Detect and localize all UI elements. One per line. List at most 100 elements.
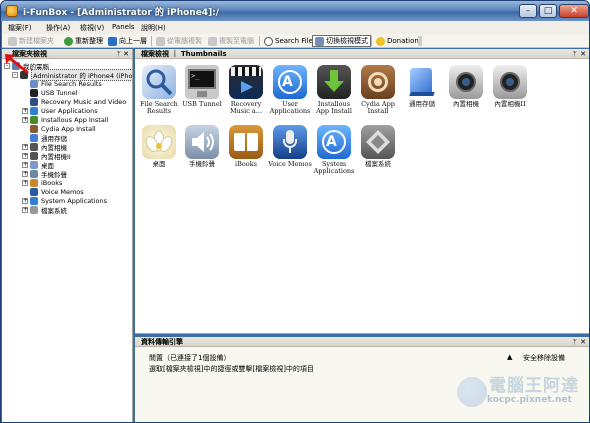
thumb-ringtones[interactable]: 手機鈴聲	[180, 125, 224, 168]
expand-icon[interactable]: +	[22, 143, 28, 150]
camera-icon	[30, 142, 38, 151]
search-icon	[264, 36, 273, 46]
thumb-file-system[interactable]: 檔案系統	[356, 125, 400, 168]
search-files-button[interactable]: Search Files	[262, 35, 319, 47]
watermark-text: 電腦王阿達	[489, 376, 579, 396]
donation-button[interactable]: Donation	[374, 35, 421, 47]
pin-icon[interactable]: ᛘ	[573, 337, 577, 347]
filesystem-icon	[361, 125, 395, 159]
menu-view[interactable]: 檢視(V)	[80, 23, 104, 33]
status-idle-text: 閒置（已連接了1個設備）	[149, 354, 231, 362]
tree-item-usb-tunnel[interactable]: USB Tunnel	[30, 88, 78, 97]
close-panel-icon[interactable]: ✕	[580, 49, 586, 59]
tree-item-voice-memos[interactable]: Voice Memos	[30, 187, 84, 196]
tree-item-label: USB Tunnel	[41, 88, 78, 97]
voice-memos-icon	[30, 187, 38, 196]
close-panel-icon[interactable]: ✕	[580, 337, 586, 347]
folder-tree: - 我的電腦 - Administrator 的 iPhone4 (iPhone…	[2, 59, 132, 421]
up-level-button[interactable]: 向上一層	[106, 35, 149, 47]
thumb-voice-memos[interactable]: Voice Memos	[268, 125, 312, 168]
tree-item-installous[interactable]: + Installous App Install	[22, 115, 108, 124]
thumb-file-search-results[interactable]: File Search Results	[137, 65, 181, 115]
safe-remove-button[interactable]: 安全移除設備	[523, 353, 565, 363]
tree-item-recovery[interactable]: Recovery Music and Video	[30, 97, 126, 106]
copy-from-pc-button[interactable]: 從電腦複製	[154, 35, 204, 47]
refresh-button[interactable]: 重新整理	[62, 35, 105, 47]
thumb-camera[interactable]: 內置相機	[444, 65, 488, 108]
expand-icon[interactable]: +	[22, 152, 28, 159]
tree-item-ringtones[interactable]: + 手機鈴聲	[22, 169, 67, 179]
thumb-label: System Applications	[313, 160, 355, 175]
menu-panels[interactable]: Panels	[112, 23, 135, 31]
thumb-usb-tunnel[interactable]: >_ USB Tunnel	[180, 65, 224, 108]
tree-item-user-applications[interactable]: + User Applications	[22, 106, 98, 115]
tree-item-label: 手機鈴聲	[41, 170, 67, 179]
recovery-icon	[229, 65, 263, 99]
thumb-label: Installous App Install	[316, 100, 352, 115]
thumb-label: Cydia App Install	[361, 100, 395, 115]
thumb-cydia[interactable]: Cydia App Install	[356, 65, 400, 115]
thumb-system-applications[interactable]: A System Applications	[312, 125, 356, 175]
expand-icon[interactable]: +	[22, 197, 28, 204]
tree-item-file-search-results[interactable]: File Search Results	[30, 79, 102, 88]
app-store-icon: A	[317, 125, 351, 159]
up-level-label: 向上一層	[119, 37, 147, 45]
transfer-engine-panel: 資料傳輸引擎 ᛘ ✕ 閒置（已連接了1個設備） 選取[檔案夾檢視]中的捷徑或雙擊…	[135, 337, 589, 422]
eject-icon[interactable]: ▲	[507, 353, 512, 361]
pin-icon[interactable]: ᛘ	[573, 49, 577, 59]
tree-item-ibooks[interactable]: + iBooks	[22, 178, 62, 187]
thumb-desktop[interactable]: 桌面	[137, 125, 181, 168]
thumb-label: User Applications	[269, 100, 311, 115]
thumb-recovery-music[interactable]: Recovery Music a...	[224, 65, 268, 115]
status-hint-text: 選取[檔案夾檢視]中的捷徑或雙擊[檔案檢視]中的項目	[149, 365, 314, 373]
tree-item-label: 檔案系統	[41, 206, 67, 215]
camera-icon	[493, 65, 527, 99]
expand-icon[interactable]: +	[22, 116, 28, 123]
window-title: i-FunBox - [Administrator 的 iPhone4]:/	[23, 8, 220, 18]
recovery-icon	[30, 97, 38, 106]
copy-from-pc-label: 從電腦複製	[167, 37, 202, 45]
filesystem-icon	[30, 205, 38, 214]
thumb-camera-ii[interactable]: 內置相機II	[488, 65, 532, 108]
thumb-general-storage[interactable]: 通用存儲	[400, 65, 444, 108]
app-store-icon	[30, 196, 38, 205]
new-folder-label: 新建檔案夾	[19, 37, 54, 45]
menu-help[interactable]: 說明(H)	[141, 23, 166, 33]
maximize-button[interactable]: □	[539, 4, 557, 18]
expand-icon[interactable]: +	[22, 170, 28, 177]
thumb-label: 內置相機II	[494, 100, 526, 108]
expand-icon[interactable]: +	[22, 206, 28, 213]
toggle-view-mode-button[interactable]: 切換檢視模式	[312, 35, 371, 47]
new-folder-button[interactable]: 新建檔案夾	[6, 35, 56, 47]
tree-item-label: Voice Memos	[41, 187, 84, 196]
close-button[interactable]: ✕	[559, 4, 589, 18]
desktop-icon	[30, 160, 38, 169]
ibooks-icon	[229, 125, 263, 159]
minimize-button[interactable]: –	[519, 4, 537, 18]
menu-action[interactable]: 操作(A)	[46, 23, 70, 33]
cydia-icon	[30, 124, 38, 133]
close-panel-icon[interactable]: ✕	[123, 49, 129, 59]
ibooks-icon	[30, 178, 38, 187]
copy-to-pc-button[interactable]: 複製至電腦	[206, 35, 256, 47]
file-view-panel: 檔案檢視 ｜ Thumbnails ᛘ ✕ File Search Result…	[135, 49, 589, 334]
title-bar[interactable]: i-FunBox - [Administrator 的 iPhone4]:/ –…	[1, 1, 589, 21]
ringtone-icon	[30, 169, 38, 178]
thumb-user-applications[interactable]: A User Applications	[268, 65, 312, 115]
toggle-view-mode-label: 切換檢視模式	[326, 37, 368, 45]
expand-icon[interactable]: +	[22, 107, 28, 114]
search-files-label: Search Files	[275, 37, 317, 45]
thumb-installous[interactable]: Installous App Install	[312, 65, 356, 115]
thumb-label: iBooks	[235, 160, 257, 168]
installous-icon	[30, 115, 38, 124]
thumb-ibooks[interactable]: iBooks	[224, 125, 268, 168]
app-store-icon	[30, 106, 38, 115]
pin-icon[interactable]: ᛘ	[117, 49, 121, 59]
expand-icon[interactable]: +	[22, 161, 28, 168]
tree-item-file-system[interactable]: + 檔案系統	[22, 205, 67, 215]
donation-icon	[376, 36, 385, 46]
thumb-label: Voice Memos	[268, 160, 312, 168]
installous-icon	[317, 65, 351, 99]
expand-icon[interactable]: +	[22, 179, 28, 186]
menu-file[interactable]: 檔案(F)	[8, 23, 32, 33]
